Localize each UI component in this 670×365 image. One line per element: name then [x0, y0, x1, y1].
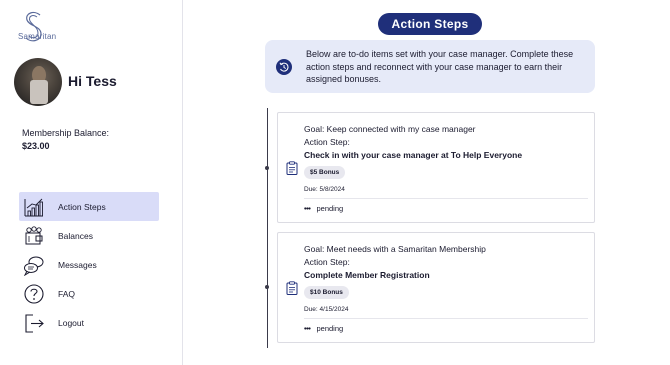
due-date: Due: 4/15/2024: [304, 306, 349, 313]
clipboard-icon: [286, 161, 298, 175]
logout-icon: [25, 314, 44, 333]
page-title: Action Steps: [378, 13, 482, 35]
status-text: pending: [316, 324, 344, 333]
action-step-card[interactable]: Goal: Meet needs with a Samaritan Member…: [277, 232, 595, 343]
timeline-line: [267, 108, 268, 348]
info-text: Below are to-do items set with your case…: [306, 49, 574, 84]
status: ••• pending: [304, 204, 343, 213]
sidebar-item-faq[interactable]: FAQ: [19, 279, 159, 308]
status: ••• pending: [304, 324, 343, 333]
chat-bubbles-icon: [23, 256, 44, 276]
card-step-label: Action Step:: [304, 257, 350, 267]
sidebar-item-messages[interactable]: Messages: [19, 250, 159, 279]
timeline-dot: [265, 166, 269, 170]
card-goal: Goal: Keep connected with my case manage…: [304, 124, 476, 134]
card-step: Complete Member Registration: [304, 270, 430, 280]
chart-bars-icon: [24, 198, 43, 217]
balance-label: Membership Balance:: [22, 128, 110, 138]
balance-value: $23.00: [22, 141, 50, 151]
history-icon: [276, 59, 292, 75]
more-dots-icon: •••: [304, 204, 311, 213]
sidebar-item-label: Action Steps: [58, 202, 106, 212]
question-icon: [24, 284, 44, 304]
card-divider: [304, 318, 588, 319]
bonus-badge: $10 Bonus: [304, 286, 349, 299]
samaritan-logo[interactable]: Samaritan: [18, 11, 57, 43]
more-dots-icon: •••: [304, 324, 311, 333]
avatar: [14, 58, 62, 106]
card-step: Check in with your case manager at To He…: [304, 150, 523, 160]
sidebar-item-label: Messages: [58, 260, 97, 270]
info-banner: Below are to-do items set with your case…: [265, 40, 595, 93]
sidebar-item-logout[interactable]: Logout: [19, 308, 159, 337]
clipboard-icon: [286, 281, 298, 295]
sidebar-item-label: FAQ: [58, 289, 76, 299]
card-step-label: Action Step:: [304, 137, 350, 147]
sidebar-item-balances[interactable]: Balances: [19, 221, 159, 250]
due-date: Due: 5/8/2024: [304, 186, 345, 193]
sidebar-item-action-steps[interactable]: Action Steps: [19, 192, 159, 221]
card-divider: [304, 198, 588, 199]
greeting: Hi Tess: [68, 73, 117, 89]
card-goal: Goal: Meet needs with a Samaritan Member…: [304, 244, 486, 254]
sidebar-item-label: Logout: [58, 318, 84, 328]
wallet-icon: [25, 226, 43, 245]
action-step-card[interactable]: Goal: Keep connected with my case manage…: [277, 112, 595, 223]
bonus-badge: $5 Bonus: [304, 166, 346, 179]
sidebar-item-label: Balances: [58, 231, 93, 241]
logo-text: Samaritan: [18, 32, 57, 41]
timeline-dot: [265, 285, 269, 289]
sidebar: Samaritan Hi Tess Membership Balance: $2…: [0, 0, 183, 365]
status-text: pending: [316, 204, 344, 213]
